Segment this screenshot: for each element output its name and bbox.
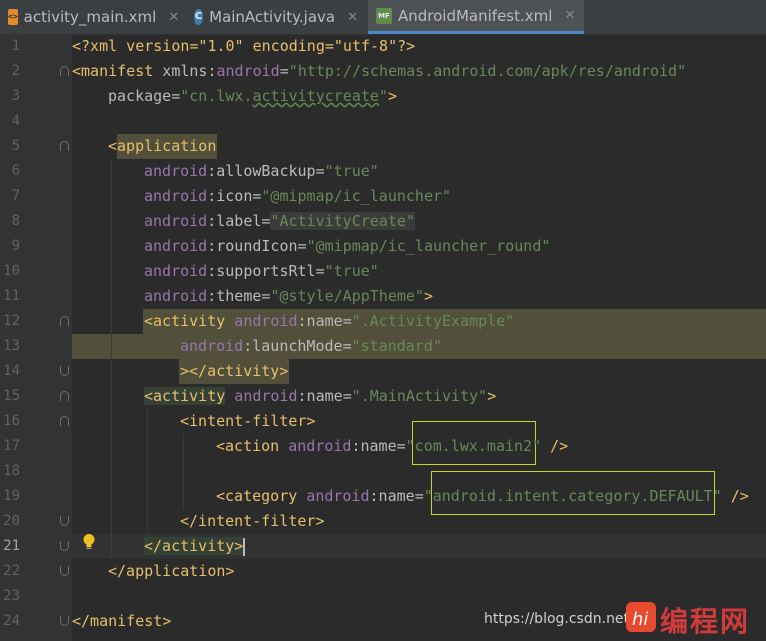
line-number: 15 [3,388,20,404]
code-line: 9 android:roundIcon="@mipmap/ic_launcher… [0,234,766,259]
code-text: android:roundIcon="@mipmap/ic_launcher_r… [144,237,551,255]
code-text: <manifest xmlns:android="http://schemas.… [72,62,687,80]
code-text: <action android:name="com.lwx.main2" /> [216,437,569,455]
line-number: 7 [11,188,20,204]
code-line: 5 <application [0,134,766,159]
fold-icon[interactable] [60,391,69,401]
code-text: android:launchMode="standard" [180,337,442,355]
watermark-text: https://blog.csdn.net [484,611,630,627]
code-text: <application [108,137,217,155]
lightbulb-icon[interactable] [82,533,96,551]
code-line: 10 android:supportsRtl="true" [0,259,766,284]
manifest-file-icon: MF [376,7,392,24]
code-line: 8 android:label="ActivityCreate" [0,209,766,234]
code-line-current: 21 </activity> [0,534,766,559]
line-number: 13 [3,338,20,354]
code-line: 19 <category android:name="android.inten… [0,484,766,509]
line-number: 14 [3,363,20,379]
tab-android-manifest-xml[interactable]: MF AndroidManifest.xml ✕ [368,0,584,34]
line-number: 20 [3,513,20,529]
code-line: 12 <activity android:name=".ActivityExam… [0,309,766,334]
tab-label: activity_main.xml [23,8,157,26]
code-line: 20 </intent-filter> [0,509,766,534]
line-number: 12 [3,313,20,329]
close-icon[interactable]: ✕ [168,10,179,25]
editor-tab-bar: <> activity_main.xml ✕ C MainActivity.ja… [0,0,766,35]
line-number: 24 [3,613,20,629]
line-number: 3 [11,88,20,104]
code-line: 1 <?xml version="1.0" encoding="utf-8"?> [0,34,766,59]
site-logo-text: 编程网 [660,605,751,638]
code-text: <intent-filter> [180,412,316,430]
tab-activity-main-xml[interactable]: <> activity_main.xml ✕ [0,0,186,34]
fold-icon[interactable] [60,66,69,76]
fold-icon[interactable] [60,141,69,151]
code-line: 7 android:icon="@mipmap/ic_launcher" [0,184,766,209]
code-text: android:supportsRtl="true" [144,262,379,280]
tab-label: MainActivity.java [209,8,336,26]
close-icon[interactable]: ✕ [347,10,358,25]
java-class-icon: C [194,9,204,25]
code-editor[interactable]: 1 <?xml version="1.0" encoding="utf-8"?>… [0,34,766,641]
code-line: 17 <action android:name="com.lwx.main2" … [0,434,766,459]
code-text: android:icon="@mipmap/ic_launcher" [144,187,452,205]
code-line: 18 [0,459,766,484]
fold-icon[interactable] [60,541,69,551]
line-number: 21 [3,538,20,554]
code-text: <category android:name="android.intent.c… [216,487,749,505]
fold-icon[interactable] [60,516,69,526]
code-text: package="cn.lwx.activitycreate"> [108,87,397,105]
code-text: </activity> [144,537,246,556]
code-text: android:theme="@style/AppTheme"> [144,287,433,305]
line-number: 10 [3,263,20,279]
code-text: android:allowBackup="true" [144,162,379,180]
code-line: 14 ></activity> [0,359,766,384]
line-number: 4 [11,113,20,129]
code-text: </intent-filter> [180,512,325,530]
line-number: 11 [3,288,20,304]
code-text: </application> [108,562,235,580]
line-number: 18 [3,463,20,479]
code-line: 13 android:launchMode="standard" [0,334,766,359]
fold-icon[interactable] [60,566,69,576]
line-number: 16 [3,413,20,429]
line-number: 8 [11,213,20,229]
code-text: <?xml version="1.0" encoding="utf-8"?> [72,37,416,55]
code-text: </manifest> [72,612,172,630]
code-line: 15 <activity android:name=".MainActivity… [0,384,766,409]
code-line: 16 <intent-filter> [0,409,766,434]
code-line: 3 package="cn.lwx.activitycreate"> [0,84,766,109]
code-line: 22 </application> [0,559,766,584]
fold-icon[interactable] [60,366,69,376]
xml-file-icon: <> [8,9,18,25]
fold-icon[interactable] [60,616,69,626]
line-number: 6 [11,163,20,179]
code-text: <activity android:name=".ActivityExample… [144,312,515,330]
fold-icon[interactable] [60,316,69,326]
code-text: android:label="ActivityCreate" [144,212,415,230]
line-number: 23 [3,588,20,604]
code-text: ></activity> [180,362,289,380]
close-icon[interactable]: ✕ [564,8,575,23]
line-number: 22 [3,563,20,579]
line-number: 5 [11,138,20,154]
site-logo-icon: hi [626,602,656,632]
line-number: 1 [11,38,20,54]
svg-text:hi: hi [632,609,648,630]
fold-icon[interactable] [60,416,69,426]
code-line: 6 android:allowBackup="true" [0,159,766,184]
text-cursor [243,537,246,556]
line-number: 17 [3,438,20,454]
line-number: 19 [3,488,20,504]
code-line: 2 <manifest xmlns:android="http://schema… [0,59,766,84]
code-line: 11 android:theme="@style/AppTheme"> [0,284,766,309]
code-line: 4 [0,109,766,134]
tab-main-activity-java[interactable]: C MainActivity.java ✕ [186,0,366,34]
line-number: 9 [11,238,20,254]
code-text: <activity android:name=".MainActivity"> [144,387,497,405]
line-number: 2 [11,63,20,79]
tab-label: AndroidManifest.xml [398,6,553,25]
